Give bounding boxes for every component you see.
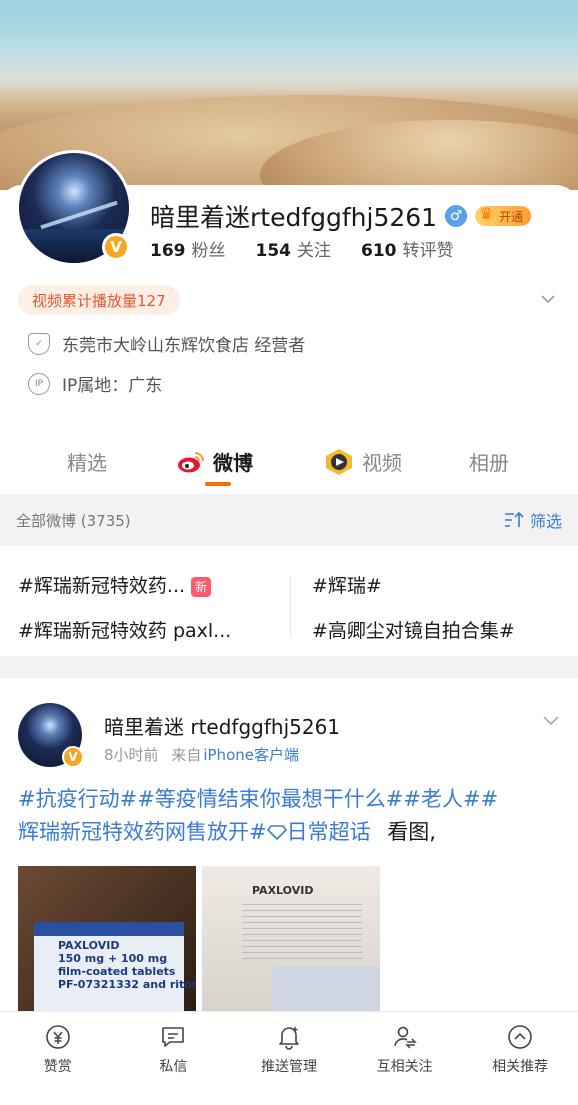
post-source[interactable]: iPhone客户端: [203, 746, 299, 764]
profile-tabs: 精选 微博 视频 相册: [0, 435, 578, 491]
profile-name-row: 暗里着迷rtedfggfhj5261 ♂ ♛ 开通: [150, 198, 532, 234]
bell-icon: [279, 1027, 299, 1050]
medicine-box-text: PAXLOVID 150 mg + 100 mg film-coated tab…: [58, 939, 196, 991]
related-recommend-button[interactable]: 相关推荐: [462, 1012, 578, 1105]
reward-button[interactable]: 赞赏: [0, 1012, 116, 1105]
tab-label: 相册: [469, 451, 509, 475]
new-badge: 新: [191, 576, 212, 597]
super-topic-label: 日常超话: [286, 820, 371, 844]
blister-pack: [272, 966, 380, 1012]
medicine-box-stripe: [34, 922, 184, 936]
sort-filter-icon: [504, 511, 524, 527]
ip-location-row: IP IP属地：广东: [28, 371, 162, 396]
crown-icon: ♛: [479, 204, 494, 223]
medicine-package-text: PAXLOVID: [252, 884, 314, 897]
follow-icon: [393, 1026, 417, 1049]
tab-album[interactable]: 相册: [469, 447, 509, 476]
stat-value: 154: [255, 241, 292, 261]
message-button[interactable]: 私信: [116, 1012, 232, 1105]
tab-label: 微博: [213, 451, 253, 475]
vip-open-badge[interactable]: ♛ 开通: [475, 204, 532, 226]
verified-badge-icon: V: [102, 233, 130, 261]
weibo-logo-icon: [178, 451, 204, 472]
topic-label: #辉瑞#: [312, 575, 382, 597]
stat-value: 169: [150, 241, 186, 261]
diamond-icon: [266, 825, 287, 841]
package-print-lines: [242, 904, 362, 964]
stat-label: 粉丝: [191, 241, 226, 261]
mutual-follow-button[interactable]: 互相关注: [347, 1012, 463, 1105]
video-hexagon-icon: [326, 448, 352, 475]
bottom-bar-label: 相关推荐: [492, 1059, 549, 1075]
stat-following[interactable]: 154 关注: [256, 236, 332, 261]
topic-item[interactable]: #高卿尘对镜自拍合集#: [312, 616, 515, 643]
topic-divider: [290, 575, 291, 637]
section-separator: [0, 656, 578, 678]
active-tab-indicator: [205, 482, 231, 486]
tab-weibo[interactable]: 微博: [177, 447, 253, 476]
post-plain-text: 看图,: [387, 820, 436, 844]
stat-label: 转评赞: [402, 241, 454, 261]
stat-followers[interactable]: 169 粉丝: [150, 236, 226, 261]
vip-label: 开通: [499, 209, 524, 224]
post-count-label: 全部微博 (3735): [16, 511, 131, 530]
tab-video[interactable]: 视频: [324, 447, 402, 476]
super-topic-link[interactable]: 日常超话: [266, 820, 371, 844]
reward-icon: [45, 1025, 70, 1049]
topic-label: #辉瑞新冠特效药 paxl...: [18, 620, 232, 642]
bottom-bar-label: 互相关注: [376, 1059, 433, 1075]
ip-location-text: IP属地：广东: [62, 376, 163, 396]
bottom-bar-label: 推送管理: [260, 1059, 317, 1075]
bottom-bar-label: 私信: [159, 1059, 188, 1075]
recommend-icon: [508, 1025, 532, 1049]
stat-label: 关注: [297, 241, 331, 261]
stat-value: 610: [361, 241, 397, 261]
video-play-count-badge[interactable]: 视频累计播放量127: [18, 285, 180, 315]
topic-label: #辉瑞新冠特效药...: [18, 575, 186, 597]
cover-sky: [0, 0, 578, 90]
business-info-row[interactable]: ✓ 东莞市大岭山东辉饮食店 经营者: [28, 331, 305, 356]
post-source-prefix: 来自: [171, 746, 202, 764]
tab-label: 精选: [67, 451, 107, 475]
profile-name: 暗里着迷rtedfggfhj5261: [150, 203, 438, 232]
topic-label: #高卿尘对镜自拍合集#: [312, 620, 515, 642]
post-image[interactable]: PAXLOVID 150 mg + 100 mg film-coated tab…: [18, 866, 196, 1012]
topic-item[interactable]: #辉瑞新冠特效药... 新: [18, 571, 212, 598]
post-author-name[interactable]: 暗里着迷 rtedfggfhj5261: [104, 711, 340, 740]
post-text: #抗疫行动##等疫情结束你最想干什么##老人## 辉瑞新冠特效药网售放开# 日常超…: [18, 783, 563, 849]
message-icon: [162, 1027, 185, 1047]
ip-icon: IP: [28, 372, 50, 395]
chevron-down-icon[interactable]: [542, 711, 560, 729]
filter-bar: 全部微博 (3735) 筛选: [0, 494, 578, 546]
tab-featured[interactable]: 精选: [67, 447, 107, 476]
topic-item[interactable]: #辉瑞#: [312, 571, 382, 598]
bottom-bar-label: 赞赏: [43, 1059, 72, 1075]
topic-item[interactable]: #辉瑞新冠特效药 paxl...: [18, 616, 231, 643]
verified-badge-icon: V: [62, 746, 84, 768]
post-hashtags[interactable]: 辉瑞新冠特效药网售放开#: [18, 820, 267, 844]
shield-check-icon: ✓: [28, 332, 50, 355]
chevron-down-icon[interactable]: [540, 291, 556, 307]
tab-label: 视频: [362, 451, 402, 475]
post-image[interactable]: PAXLOVID: [202, 866, 380, 1012]
filter-label: 筛选: [529, 512, 562, 531]
post-time: 8小时前: [104, 746, 159, 764]
post-hashtags[interactable]: #抗疫行动##等疫情结束你最想干什么##老人##: [18, 787, 498, 811]
male-gender-icon: ♂: [445, 205, 468, 227]
push-settings-button[interactable]: 推送管理: [231, 1012, 347, 1105]
filter-button[interactable]: 筛选: [504, 508, 562, 532]
profile-stats: 169 粉丝 154 关注 610 转评赞: [150, 236, 454, 261]
stat-interactions[interactable]: 610 转评赞: [361, 236, 454, 261]
business-text: 东莞市大岭山东辉饮食店 经营者: [62, 336, 306, 356]
bottom-action-bar: 赞赏 私信 推送管理 互相关注 相关推荐: [0, 1011, 578, 1105]
avatar-light-beam: [40, 200, 118, 230]
post-meta: 8小时前 来自 iPhone客户端: [104, 744, 299, 765]
